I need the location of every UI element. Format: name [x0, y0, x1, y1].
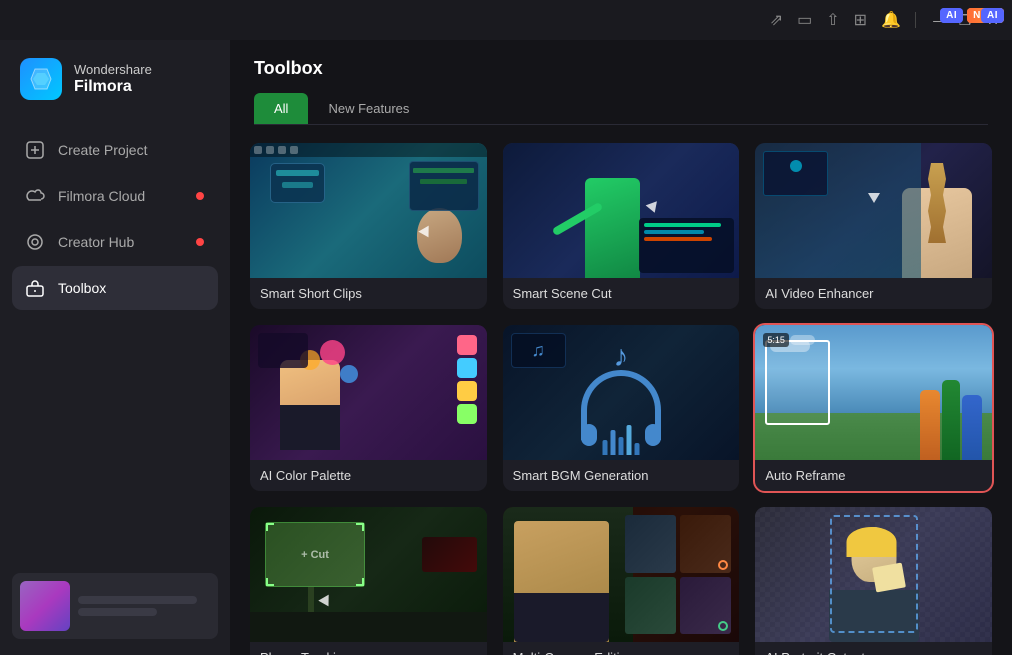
ssc-deco-panel — [270, 163, 325, 203]
tool-thumb-ai-portrait-cutout — [755, 507, 992, 642]
tool-label-planar-tracking: Planar Tracking — [250, 642, 487, 655]
grid-icon[interactable]: ⊞ — [854, 10, 867, 30]
tool-card-smart-scene-cut[interactable]: Smart Scene Cut — [503, 143, 740, 309]
sidebar-item-label-creator-hub: Creator Hub — [58, 234, 134, 250]
tool-card-ai-portrait-cutout[interactable]: AI AI Portrait Cutout — [755, 507, 992, 655]
title-bar-divider — [915, 12, 916, 28]
product-name: Filmora — [74, 77, 152, 96]
tool-card-multi-camera-editing[interactable]: NEW Multi-Camera Editing — [503, 507, 740, 655]
user-detail-line — [78, 608, 157, 616]
tool-card-planar-tracking[interactable]: + Cut — [250, 507, 487, 655]
sidebar-bottom — [0, 557, 230, 655]
tool-thumb-multi-camera-editing — [503, 507, 740, 642]
tool-label-ai-portrait-cutout: AI Portrait Cutout — [755, 642, 992, 655]
creator-hub-icon — [24, 231, 46, 253]
title-bar: ⇗ ▭ ⇧ ⊞ 🔔 – ❐ ✕ — [0, 0, 1012, 40]
create-project-icon — [24, 139, 46, 161]
page-title: Toolbox — [254, 58, 988, 79]
sbgm-note-deco: ♪ — [613, 340, 628, 374]
logo-area: Wondershare Filmora — [0, 40, 230, 120]
app-logo-icon — [20, 58, 62, 100]
tool-label-ai-color-palette: AI Color Palette — [250, 460, 487, 491]
tool-label-smart-short-clips: Smart Short Clips — [250, 278, 487, 309]
username-line — [78, 596, 197, 604]
tool-thumb-smart-scene-cut — [503, 143, 740, 278]
sidebar-item-label-filmora-cloud: Filmora Cloud — [58, 188, 145, 204]
sidebar-item-toolbox[interactable]: Toolbox — [12, 266, 218, 310]
tabs-bar: All New Features — [254, 93, 988, 125]
monitor-icon[interactable]: ▭ — [797, 10, 812, 30]
tool-label-ai-video-enhancer: AI Video Enhancer — [755, 278, 992, 309]
tool-card-smart-bgm-generation[interactable]: ♪ — [503, 325, 740, 491]
content-header: Toolbox All New Features — [230, 40, 1012, 125]
share-icon[interactable]: ⇗ — [770, 10, 783, 30]
upload-icon[interactable]: ⇧ — [826, 10, 839, 30]
tool-label-smart-scene-cut: Smart Scene Cut — [503, 278, 740, 309]
tool-card-auto-reframe[interactable]: 5:15 AI NEW Auto Reframe — [755, 325, 992, 491]
tool-grid-area: Smart Short Clips — [230, 125, 1012, 655]
sidebar-nav: Create Project Filmora Cloud — [0, 120, 230, 318]
toolbox-icon — [24, 277, 46, 299]
user-profile-bar[interactable] — [12, 573, 218, 639]
tool-card-smart-short-clips[interactable]: Smart Short Clips — [250, 143, 487, 309]
tool-grid: Smart Short Clips — [250, 143, 992, 655]
filmora-cloud-icon — [24, 185, 46, 207]
cursor-deco-aive — [868, 193, 880, 203]
creator-hub-notification-dot — [196, 238, 204, 246]
tool-thumb-planar-tracking: + Cut — [250, 507, 487, 642]
acp-person-deco — [280, 360, 340, 450]
tab-all[interactable]: All — [254, 93, 308, 124]
sidebar-item-label-toolbox: Toolbox — [58, 280, 106, 296]
sidebar-item-create-project[interactable]: Create Project — [12, 128, 218, 172]
sidebar-item-label-create-project: Create Project — [58, 142, 147, 158]
filmora-cloud-notification-dot — [196, 192, 204, 200]
tool-thumb-auto-reframe: 5:15 — [755, 325, 992, 460]
tool-label-smart-bgm-generation: Smart BGM Generation — [503, 460, 740, 491]
avatar — [20, 581, 70, 631]
brand-name: Wondershare — [74, 62, 152, 78]
sidebar-item-filmora-cloud[interactable]: Filmora Cloud — [12, 174, 218, 218]
tool-thumb-ai-video-enhancer — [755, 143, 992, 278]
tool-thumb-smart-bgm-generation: ♪ — [503, 325, 740, 460]
tool-thumb-ai-color-palette — [250, 325, 487, 460]
logo-text: Wondershare Filmora — [74, 62, 152, 97]
tab-new-features[interactable]: New Features — [308, 93, 429, 124]
tool-card-ai-color-palette[interactable]: AI NEW AI Color Palette — [250, 325, 487, 491]
main-layout: Wondershare Filmora Create Project — [0, 40, 1012, 655]
tool-thumb-smart-short-clips — [250, 143, 487, 278]
main-content: Toolbox All New Features — [230, 40, 1012, 655]
tool-label-multi-camera-editing: Multi-Camera Editing — [503, 642, 740, 655]
user-info — [78, 596, 210, 616]
ar-timestamp: 5:15 — [763, 333, 789, 347]
bell-icon[interactable]: 🔔 — [881, 10, 901, 30]
sidebar: Wondershare Filmora Create Project — [0, 40, 230, 655]
sidebar-item-creator-hub[interactable]: Creator Hub — [12, 220, 218, 264]
tool-label-auto-reframe: Auto Reframe — [755, 460, 992, 491]
tool-card-ai-video-enhancer[interactable]: AI Video Enhancer — [755, 143, 992, 309]
